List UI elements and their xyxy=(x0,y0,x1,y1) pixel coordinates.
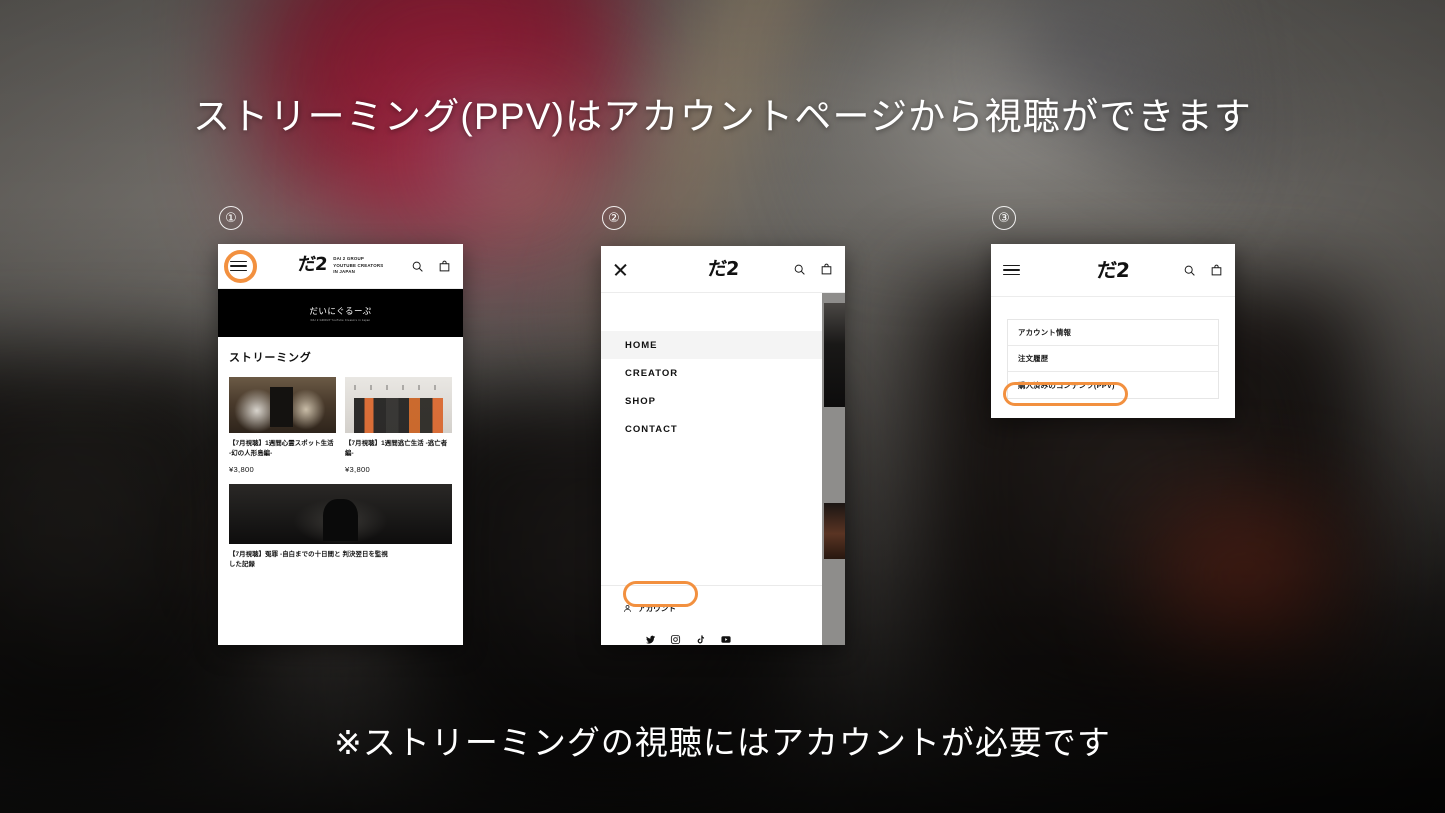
account-menu-item-info[interactable]: アカウント情報 xyxy=(1008,320,1218,346)
nav-item-contact[interactable]: CONTACT xyxy=(601,415,822,443)
logo-tagline: DAI 2 GROUP YouTube Creators in Japan xyxy=(333,256,383,275)
product-card[interactable]: 【7月視聴】1週間逃亡生活 -逃亡者編- ¥3,800 xyxy=(345,377,452,474)
product-price: ¥3,800 xyxy=(345,464,371,474)
instagram-icon[interactable] xyxy=(670,634,681,645)
logo-mark: だ2 xyxy=(1096,257,1130,282)
page-behind-overlay xyxy=(822,293,845,645)
section-title: ストリーミング xyxy=(229,352,312,364)
menu-button[interactable] xyxy=(1003,264,1037,276)
social-links xyxy=(623,618,822,645)
shop-body: ストリーミング 【7月視聴】1週間心霊スポット生活 -幻の人形島編- ¥3,80… xyxy=(218,337,463,570)
site-header: だ2 xyxy=(991,244,1235,297)
step-marker-2: ② xyxy=(602,206,626,230)
hero-banner-subtitle: DAI 2 GROUP YouTube Creators in Japan xyxy=(310,318,371,322)
search-icon[interactable] xyxy=(793,263,806,276)
step-marker-1: ① xyxy=(219,206,243,230)
cart-icon[interactable] xyxy=(438,260,451,273)
hero-banner: だいにぐるーぷ DAI 2 GROUP YouTube Creators in … xyxy=(218,289,463,337)
product-title: 【7月視聴】冤罪 -自白までの十日間と 判決翌日を監視した記録 xyxy=(229,550,388,568)
mockup-panel-account: だ2 アカウント情報 注文履歴 購入済みのコンテンツ(PPV) xyxy=(991,244,1235,418)
close-button[interactable] xyxy=(613,262,647,277)
page-behind-image-2 xyxy=(824,503,845,559)
page-title: ストリーミング(PPV)はアカウントページから視聴ができます xyxy=(193,96,1252,137)
site-header: だ2 xyxy=(601,246,845,293)
youtube-icon[interactable] xyxy=(720,634,732,645)
account-menu-item-orders[interactable]: 注文履歴 xyxy=(1008,346,1218,372)
tiktok-icon[interactable] xyxy=(695,634,706,645)
product-title: 【7月視聴】1週間心霊スポット生活 -幻の人形島編- xyxy=(229,440,334,457)
nav-item-shop[interactable]: SHOP xyxy=(601,387,822,415)
logo-tagline-line1: DAI 2 GROUP xyxy=(333,256,364,262)
hamburger-icon xyxy=(1003,264,1020,276)
mockup-panel-shop: だ2 DAI 2 GROUP YouTube Creators in Japan xyxy=(218,244,463,645)
cart-icon[interactable] xyxy=(820,263,833,276)
product-price: ¥3,800 xyxy=(229,464,255,474)
search-icon[interactable] xyxy=(411,260,424,273)
highlight-ring-account-button xyxy=(623,581,698,607)
logo-mark: だ2 xyxy=(707,257,739,280)
close-icon xyxy=(613,262,628,277)
highlight-ring-menu-button xyxy=(224,250,257,283)
product-title: 【7月視聴】1週間逃亡生活 -逃亡者編- xyxy=(345,440,448,457)
twitter-icon[interactable] xyxy=(645,634,656,645)
step-marker-3: ③ xyxy=(992,206,1016,230)
slide-canvas: ストリーミング(PPV)はアカウントページから視聴ができます ① ② ③ だ2 … xyxy=(0,0,1445,813)
logo-mark: だ2 xyxy=(296,254,327,276)
page-behind-image-1 xyxy=(824,303,845,407)
product-card[interactable]: 【7月視聴】1週間心霊スポット生活 -幻の人形島編- ¥3,800 xyxy=(229,377,336,474)
product-grid: 【7月視聴】1週間心霊スポット生活 -幻の人形島編- ¥3,800 【7月視聴】… xyxy=(229,377,452,474)
product-card[interactable]: 【7月視聴】冤罪 -自白までの十日間と 判決翌日を監視した記録 xyxy=(229,483,452,570)
cart-icon[interactable] xyxy=(1210,264,1223,277)
highlight-ring-purchased-ppv xyxy=(1003,382,1128,406)
hero-banner-title: だいにぐるーぷ xyxy=(309,305,372,316)
nav-list: HOME CREATOR SHOP CONTACT xyxy=(601,331,822,443)
product-thumbnail[interactable] xyxy=(229,483,452,544)
logo-tagline-line2: YouTube Creators xyxy=(333,262,384,268)
nav-item-home[interactable]: HOME xyxy=(601,331,822,359)
footer-note: ※ストリーミングの視聴にはアカウントが必要です xyxy=(334,724,1111,761)
logo-tagline-line3: in Japan xyxy=(333,269,355,275)
nav-item-creator[interactable]: CREATOR xyxy=(601,359,822,387)
product-thumbnail[interactable] xyxy=(229,377,336,433)
search-icon[interactable] xyxy=(1183,264,1196,277)
mockup-panel-menu: だ2 HOME CREATOR SHOP CONTACT アカウント xyxy=(601,246,845,645)
product-thumbnail[interactable] xyxy=(345,377,452,433)
